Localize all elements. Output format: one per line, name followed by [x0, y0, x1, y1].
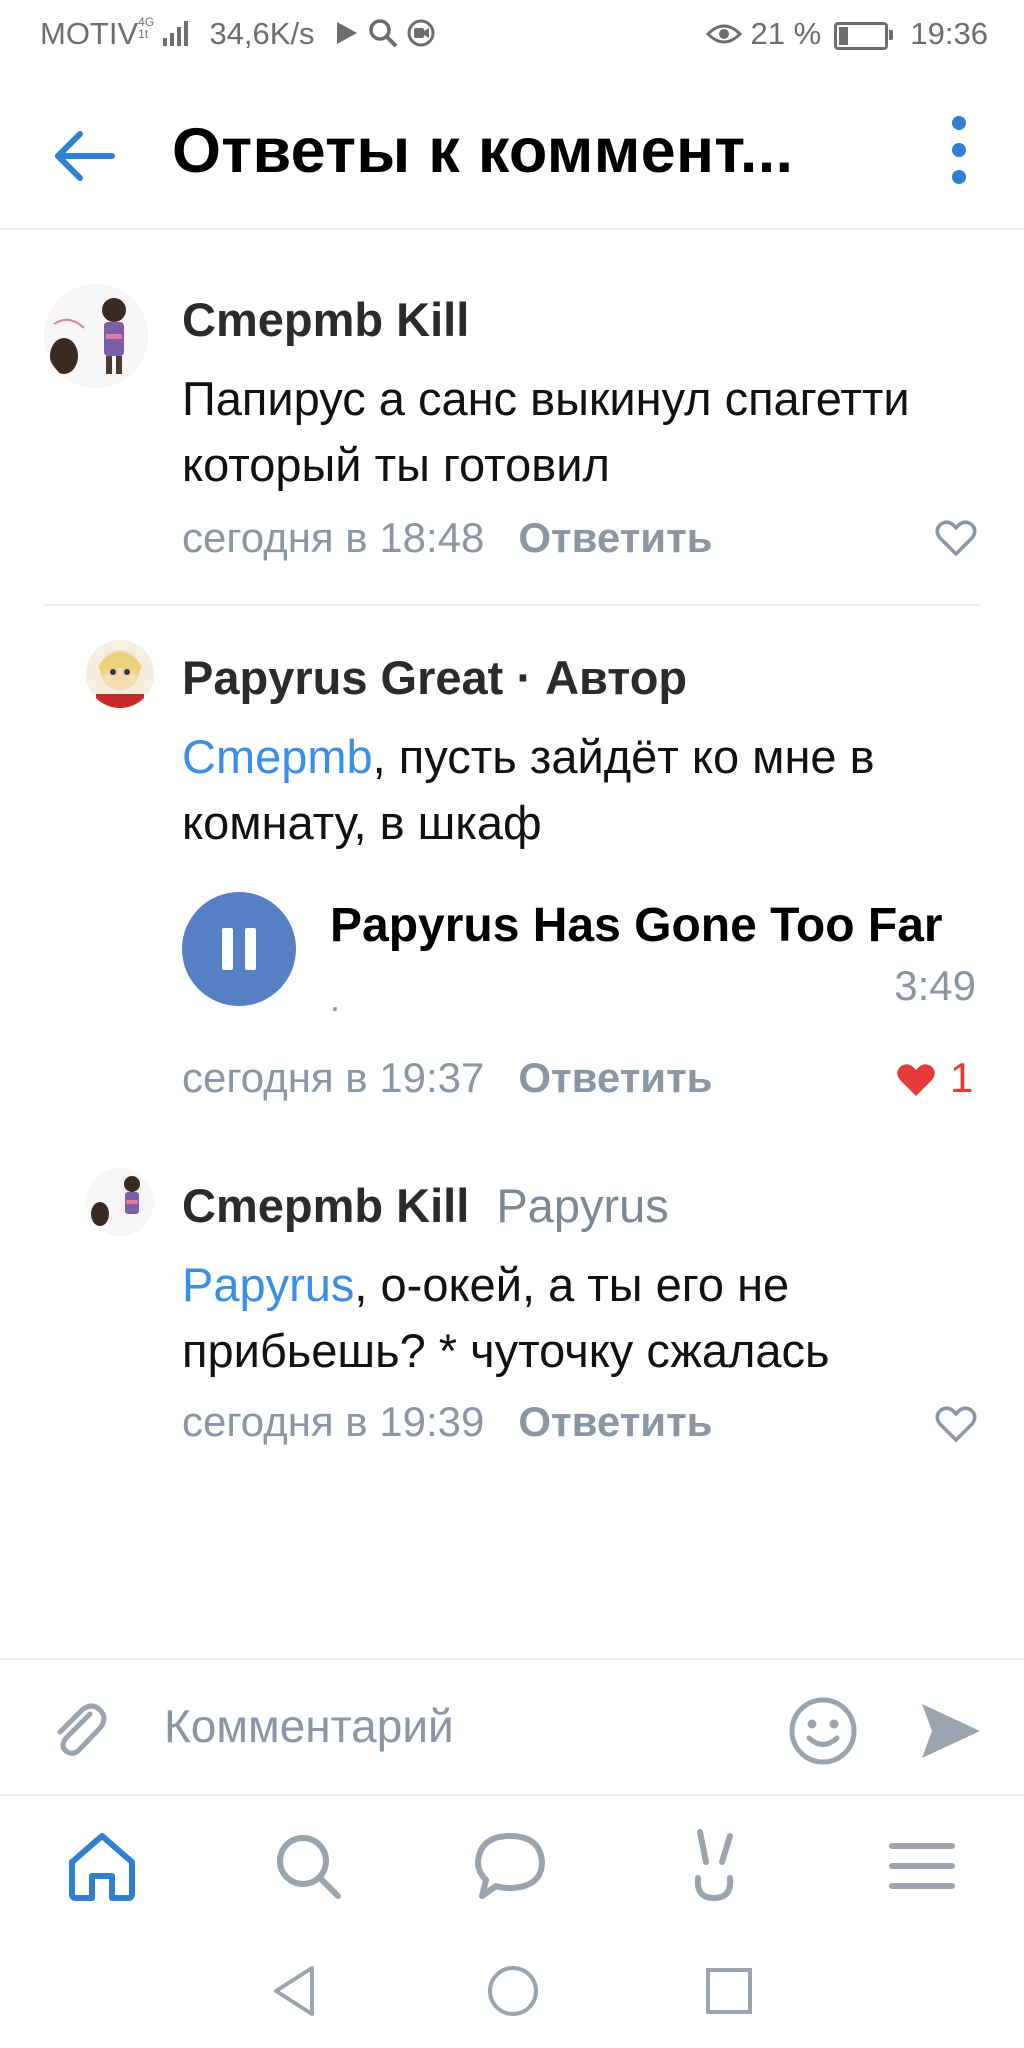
comment-time: сегодня в 19:37 — [182, 1054, 485, 1101]
heart-filled-icon[interactable] — [894, 1058, 938, 1102]
mention-link[interactable]: Cmepmb — [182, 730, 373, 783]
pause-icon — [245, 928, 256, 970]
bunny-icon[interactable] — [676, 1826, 756, 1906]
comment-author[interactable]: Papyrus Great — [182, 651, 503, 704]
comment-composer — [0, 1658, 1024, 1796]
comment-time: сегодня в 19:39 — [182, 1398, 485, 1445]
heart-outline-icon[interactable] — [934, 1402, 978, 1446]
home-circle-icon[interactable] — [478, 1956, 548, 2026]
avatar[interactable] — [44, 284, 148, 388]
comment-author-line: Papyrus Great · Автор — [182, 650, 687, 705]
status-bar: MOTIV4G 1t 34,6K/s 21 % 19:36 — [0, 0, 1024, 70]
menu-dot — [952, 170, 966, 184]
eye-icon — [705, 24, 742, 44]
comment-meta: сегодня в 19:39 Ответить — [182, 1398, 712, 1446]
signal-icon — [162, 21, 188, 46]
avatar-image — [44, 284, 148, 388]
battery-level — [838, 26, 848, 45]
audio-duration: 3:49 — [894, 962, 976, 1009]
status-right: 21 % 19:36 — [705, 16, 988, 52]
top-app-bar: Ответы к коммент... — [0, 70, 1024, 230]
clock: 19:36 — [910, 16, 988, 51]
home-icon[interactable] — [62, 1826, 142, 1906]
comment-author-line: Cmepmb Kill Papyrus — [182, 1178, 669, 1233]
network-speed: 34,6K/s — [209, 16, 315, 51]
pause-button[interactable] — [182, 892, 296, 1006]
avatar[interactable] — [86, 640, 154, 708]
audio-artist: . — [330, 978, 341, 1019]
comment-text: Cmepmb, пусть зайдёт ко мне в комнату, в… — [182, 724, 972, 856]
heart-outline-icon[interactable] — [934, 516, 978, 560]
status-left: MOTIV4G 1t 34,6K/s — [40, 16, 436, 52]
like-count: 1 — [950, 1054, 974, 1101]
menu-dot — [952, 143, 966, 157]
back-triangle-icon[interactable] — [258, 1956, 328, 2026]
menu-lines-icon[interactable] — [882, 1826, 962, 1906]
smiley-icon[interactable] — [788, 1696, 858, 1766]
carrier-label: MOTIV — [40, 16, 139, 51]
battery-percent: 21 % — [750, 16, 822, 51]
page-title: Ответы к коммент... — [172, 116, 794, 186]
chat-bubble-icon[interactable] — [470, 1826, 550, 1906]
avatar-image — [86, 640, 154, 708]
recents-square-icon[interactable] — [694, 1956, 764, 2026]
search-status-icon — [369, 19, 398, 48]
reply-button[interactable]: Ответить — [518, 514, 712, 561]
camera-status-icon — [407, 19, 435, 47]
comment-meta: сегодня в 18:48 Ответить — [182, 514, 712, 562]
comment-text: Papyrus, о-окей, а ты его не прибьешь? *… — [182, 1252, 972, 1384]
audio-title[interactable]: Papyrus Has Gone Too Far — [330, 898, 990, 953]
play-icon — [337, 22, 358, 44]
comment-divider — [44, 604, 980, 606]
comment-meta: сегодня в 19:37 Ответить — [182, 1054, 712, 1102]
paperclip-icon[interactable] — [46, 1696, 112, 1762]
battery-icon — [833, 21, 893, 50]
avatar[interactable] — [86, 1168, 154, 1236]
bottom-tab-bar — [0, 1794, 1024, 1936]
more-vertical-icon[interactable] — [934, 110, 984, 190]
mention-link[interactable]: Papyrus — [182, 1258, 354, 1311]
comment-author[interactable]: Cmepmb Kill — [182, 1179, 469, 1232]
author-badge: Автор — [545, 651, 688, 704]
comment-input[interactable] — [162, 1690, 766, 1762]
search-icon[interactable] — [268, 1826, 348, 1906]
reply-button[interactable]: Ответить — [518, 1054, 712, 1101]
send-icon[interactable] — [918, 1698, 984, 1764]
network-type: 4G 1t — [138, 15, 155, 41]
author-separator: · — [516, 651, 533, 704]
reply-to-name[interactable]: Papyrus — [496, 1179, 668, 1232]
system-navigation-bar — [0, 1934, 1024, 2048]
pause-icon — [222, 928, 233, 970]
avatar-image — [86, 1168, 154, 1236]
comment-time: сегодня в 18:48 — [182, 514, 485, 561]
comment-author[interactable]: Cmepmb Kill — [182, 292, 469, 347]
back-arrow-icon[interactable] — [44, 116, 124, 196]
reply-button[interactable]: Ответить — [518, 1398, 712, 1445]
comment-text: Папирус а санс выкинул спагетти который … — [182, 372, 910, 491]
menu-dot — [952, 116, 966, 130]
